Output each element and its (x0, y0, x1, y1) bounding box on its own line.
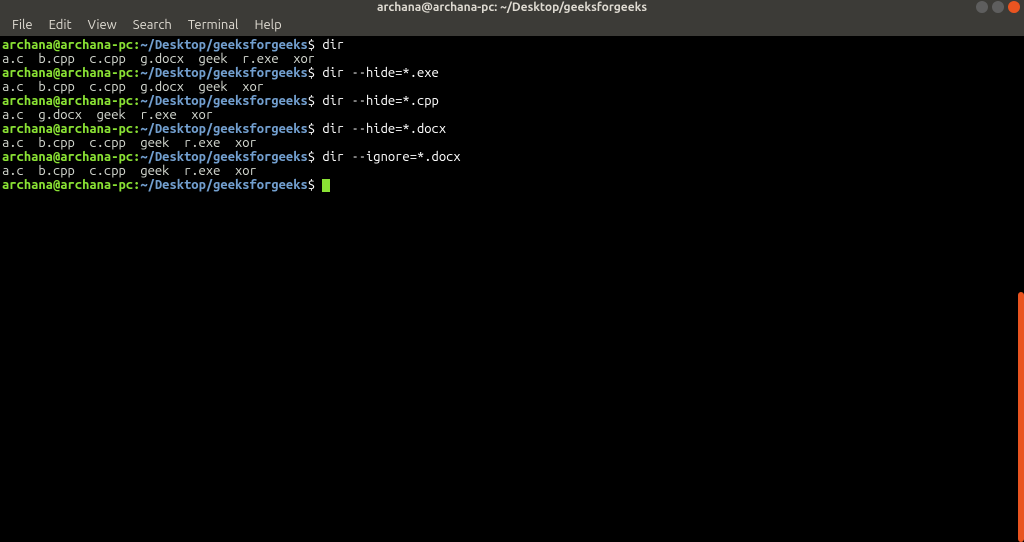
prompt-user: archana@archana-pc (2, 66, 133, 80)
window-controls (976, 1, 1020, 13)
command-text: dir (322, 38, 344, 52)
command-text: dir --hide=*.exe (322, 66, 438, 80)
prompt-path: ~/Desktop/geeksforgeeks (140, 150, 307, 164)
terminal-area[interactable]: archana@archana-pc:~/Desktop/geeksforgee… (0, 36, 1024, 542)
prompt-user: archana@archana-pc (2, 122, 133, 136)
terminal-line: archana@archana-pc:~/Desktop/geeksforgee… (2, 122, 1022, 136)
prompt-dollar: $ (308, 122, 315, 136)
terminal-line: archana@archana-pc:~/Desktop/geeksforgee… (2, 94, 1022, 108)
prompt-dollar: $ (308, 38, 315, 52)
prompt-user: archana@archana-pc (2, 94, 133, 108)
prompt-user: archana@archana-pc (2, 178, 133, 192)
prompt-user: archana@archana-pc (2, 38, 133, 52)
terminal-line: archana@archana-pc:~/Desktop/geeksforgee… (2, 150, 1022, 164)
cursor-icon (322, 179, 330, 192)
prompt-user: archana@archana-pc (2, 150, 133, 164)
output-line: a.c b.cpp c.cpp geek r.exe xor (2, 136, 1022, 150)
terminal-line: archana@archana-pc:~/Desktop/geeksforgee… (2, 38, 1022, 52)
titlebar: archana@archana-pc: ~/Desktop/geeksforge… (0, 0, 1024, 14)
output-line: a.c g.docx geek r.exe xor (2, 108, 1022, 122)
output-line: a.c b.cpp c.cpp geek r.exe xor (2, 164, 1022, 178)
close-icon[interactable] (1008, 1, 1020, 13)
prompt-dollar: $ (308, 94, 315, 108)
command-text: dir --hide=*.docx (322, 122, 446, 136)
menu-view[interactable]: View (80, 16, 125, 34)
window-title: archana@archana-pc: ~/Desktop/geeksforge… (377, 1, 647, 14)
scrollbar-thumb[interactable] (1018, 292, 1024, 542)
minimize-icon[interactable] (976, 1, 988, 13)
output-line: a.c b.cpp c.cpp g.docx geek r.exe xor (2, 52, 1022, 66)
prompt-path: ~/Desktop/geeksforgeeks (140, 66, 307, 80)
maximize-icon[interactable] (992, 1, 1004, 13)
prompt-path: ~/Desktop/geeksforgeeks (140, 178, 307, 192)
menu-search[interactable]: Search (125, 16, 180, 34)
prompt-path: ~/Desktop/geeksforgeeks (140, 122, 307, 136)
output-line: a.c b.cpp c.cpp g.docx geek xor (2, 80, 1022, 94)
menubar: File Edit View Search Terminal Help (0, 14, 1024, 36)
menu-help[interactable]: Help (246, 16, 289, 34)
prompt-path: ~/Desktop/geeksforgeeks (140, 94, 307, 108)
prompt-dollar: $ (308, 150, 315, 164)
menu-edit[interactable]: Edit (41, 16, 80, 34)
menu-file[interactable]: File (4, 16, 41, 34)
terminal-line: archana@archana-pc:~/Desktop/geeksforgee… (2, 178, 1022, 192)
prompt-dollar: $ (308, 66, 315, 80)
prompt-dollar: $ (308, 178, 315, 192)
menu-terminal[interactable]: Terminal (180, 16, 247, 34)
terminal-line: archana@archana-pc:~/Desktop/geeksforgee… (2, 66, 1022, 80)
command-text: dir --ignore=*.docx (322, 150, 460, 164)
command-text: dir --hide=*.cpp (322, 94, 438, 108)
scrollbar-track[interactable] (1018, 36, 1024, 542)
prompt-path: ~/Desktop/geeksforgeeks (140, 38, 307, 52)
